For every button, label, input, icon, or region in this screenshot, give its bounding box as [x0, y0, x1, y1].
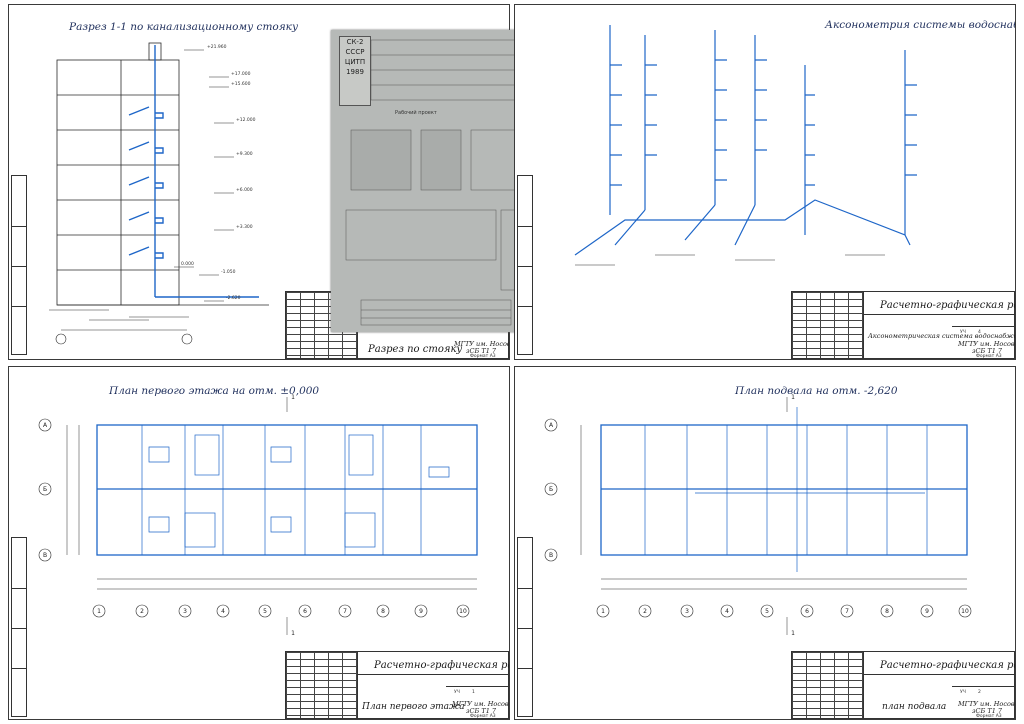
axis-label: 3 [685, 608, 689, 615]
axis-label: 6 [805, 608, 809, 615]
level-label: -1.050 [221, 269, 236, 275]
axis-label: Б [43, 486, 47, 493]
axis-label: Б [549, 486, 553, 493]
stamp-stage: УЧ [960, 330, 966, 335]
axis-label: 7 [343, 608, 347, 615]
axis-label: 9 [925, 608, 929, 615]
axis-label: 4 [221, 608, 225, 615]
axis-label: 5 [765, 608, 769, 615]
title-block: Расчетно-графическая работа план подвала… [791, 651, 1015, 719]
section-mark: 1 [291, 394, 295, 401]
side-strip [517, 175, 533, 355]
stamp-subtitle: Аксонометрическая система водоснабжения [868, 332, 1016, 340]
level-label: +12.000 [236, 117, 256, 123]
stamp-title: Расчетно-графическая работа [880, 660, 1015, 671]
level-label: +21.960 [207, 44, 227, 50]
axis-label: 10 [961, 608, 969, 615]
level-label: +3.300 [236, 224, 253, 230]
level-label: +6.000 [236, 187, 253, 193]
reference-photo: СК-2 СССР ЦИТП 1989 Рабочий проект [331, 30, 531, 332]
axis-label: 9 [419, 608, 423, 615]
stamp-format: Формат А3 [470, 354, 496, 359]
stamp-title: Расчетно-графическая работа [880, 300, 1015, 311]
axis-label: 6 [303, 608, 307, 615]
stamp-format: Формат А3 [470, 714, 496, 719]
stamp-sheet-number: 2 [978, 690, 981, 695]
level-label: +9.300 [236, 151, 253, 157]
stamp-title: Расчетно-графическая работа [374, 660, 509, 671]
axis-label: 2 [140, 608, 144, 615]
level-label: +17.000 [231, 71, 251, 77]
axis-label: 5 [263, 608, 267, 615]
stamp-format: Формат А3 [976, 714, 1002, 719]
axis-label: 2 [643, 608, 647, 615]
stamp-subtitle: план подвала [882, 702, 947, 712]
side-strip [11, 175, 27, 355]
title-block: Расчетно-графическая работа План первого… [285, 651, 509, 719]
side-strip [11, 537, 27, 717]
axis-label: 7 [845, 608, 849, 615]
axis-label: В [43, 552, 47, 559]
stamp-stage: УЧ [454, 690, 460, 695]
sheet-basement-plan: План подвала на отм. -2,620 А Б В 1 2 3 … [514, 366, 1016, 720]
level-label: +15.600 [231, 81, 251, 87]
axis-label: 3 [183, 608, 187, 615]
title-block: Расчетно-графическая работа Аксонометрич… [791, 291, 1015, 359]
stamp-title: Разрез по стояку [368, 344, 463, 355]
stamp-format: Формат А3 [976, 354, 1002, 359]
axis-label: 8 [381, 608, 385, 615]
section-mark: 1 [791, 394, 795, 401]
section-mark: 1 [291, 630, 295, 637]
level-label: 0.000 [181, 261, 194, 267]
stamp-subtitle: План первого этажа [362, 702, 465, 712]
level-label: -2.620 [226, 295, 241, 301]
sheet-first-floor-plan: План первого этажа на отм. ±0,000 А Б В … [8, 366, 510, 720]
sheet-axonometry: Аксонометрия системы водоснабжения Р [514, 4, 1016, 360]
axis-label: В [549, 552, 553, 559]
side-strip [517, 537, 533, 717]
section-mark: 1 [791, 630, 795, 637]
axis-label: 10 [459, 608, 467, 615]
photo-drawing [345, 39, 522, 326]
axis-label: 4 [725, 608, 729, 615]
stamp-sheet-number: 1 [472, 690, 475, 695]
axis-label: 8 [885, 608, 889, 615]
axis-label: 1 [601, 608, 605, 615]
stamp-sheet-number: 4 [978, 330, 981, 335]
stamp-stage: УЧ [960, 690, 966, 695]
axis-label: 1 [97, 608, 101, 615]
